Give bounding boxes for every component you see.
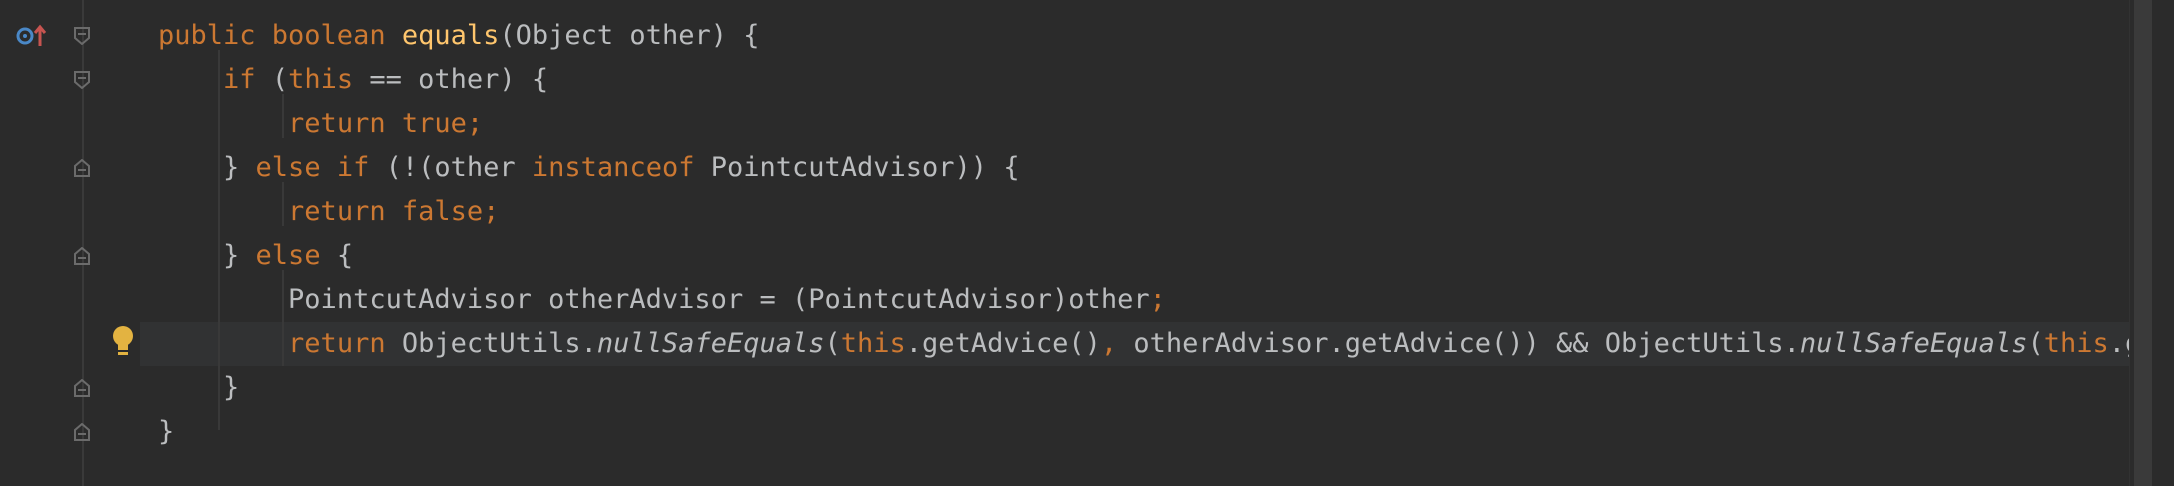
code-token: equals (401, 20, 500, 51)
code-token: nullSafeEquals (1799, 328, 2028, 359)
code-token: ; (1149, 284, 1166, 315)
code-token: ObjectUtils. (401, 328, 597, 359)
fold-close-icon[interactable] (74, 379, 90, 397)
code-token: otherAdvisor.getAdvice()) && ObjectUtils… (1133, 328, 1800, 359)
code-token: } (223, 372, 240, 403)
code-token: , (1100, 328, 1134, 359)
code-token: .getP (2108, 328, 2130, 359)
code-token: PointcutAdvisor)) { (710, 152, 1020, 183)
code-token: return (288, 328, 402, 359)
code-token: instanceof (531, 152, 711, 183)
code-line[interactable]: } (158, 366, 239, 410)
code-token: ( (824, 328, 841, 359)
code-token: ( (271, 64, 289, 95)
editor-gutter (0, 0, 140, 486)
code-line[interactable]: } (158, 410, 174, 454)
fold-open-icon[interactable] (74, 27, 90, 45)
code-editor[interactable]: public boolean equals(Object other) { if… (140, 0, 2130, 486)
intention-bulb-icon[interactable] (110, 324, 136, 358)
fold-close-icon[interactable] (74, 159, 90, 177)
fold-close-icon[interactable] (74, 247, 90, 265)
code-token: PointcutAdvisor otherAdvisor = (Pointcut… (288, 284, 1150, 315)
code-line[interactable]: return false; (158, 190, 499, 234)
code-line[interactable]: } else if (!(other instanceof PointcutAd… (158, 146, 1020, 190)
scrollbar-thumb[interactable] (2134, 0, 2152, 486)
code-line[interactable]: public boolean equals(Object other) { (158, 14, 759, 58)
vertical-scrollbar[interactable] (2129, 0, 2174, 486)
fold-open-icon[interactable] (74, 71, 90, 89)
code-token: else if (255, 152, 386, 183)
fold-close-icon[interactable] (74, 423, 90, 441)
code-line[interactable]: } else { (158, 234, 353, 278)
code-token: else (255, 240, 337, 271)
code-token: this (840, 328, 906, 359)
code-token: (!(other (385, 152, 532, 183)
code-token: this (2043, 328, 2109, 359)
code-token: this (288, 64, 370, 95)
code-token: ( (2027, 328, 2044, 359)
code-line[interactable]: if (this == other) { (158, 58, 548, 102)
code-token: return false; (288, 196, 500, 227)
code-token: nullSafeEquals (596, 328, 825, 359)
code-line[interactable]: return true; (158, 102, 483, 146)
code-token: return true; (288, 108, 484, 139)
code-token: } (158, 416, 175, 447)
code-token: } (223, 152, 256, 183)
code-line[interactable]: return ObjectUtils.nullSafeEquals(this.g… (158, 322, 2130, 366)
code-token: } (223, 240, 256, 271)
code-token: public boolean (158, 20, 402, 51)
code-line[interactable]: PointcutAdvisor otherAdvisor = (Pointcut… (158, 278, 1166, 322)
code-token: (Object other) { (499, 20, 760, 51)
code-token: if (223, 64, 272, 95)
code-token: .getAdvice() (905, 328, 1101, 359)
code-token: { (336, 240, 354, 271)
override-method-icon[interactable] (14, 22, 48, 50)
code-token: == other) { (369, 64, 549, 95)
